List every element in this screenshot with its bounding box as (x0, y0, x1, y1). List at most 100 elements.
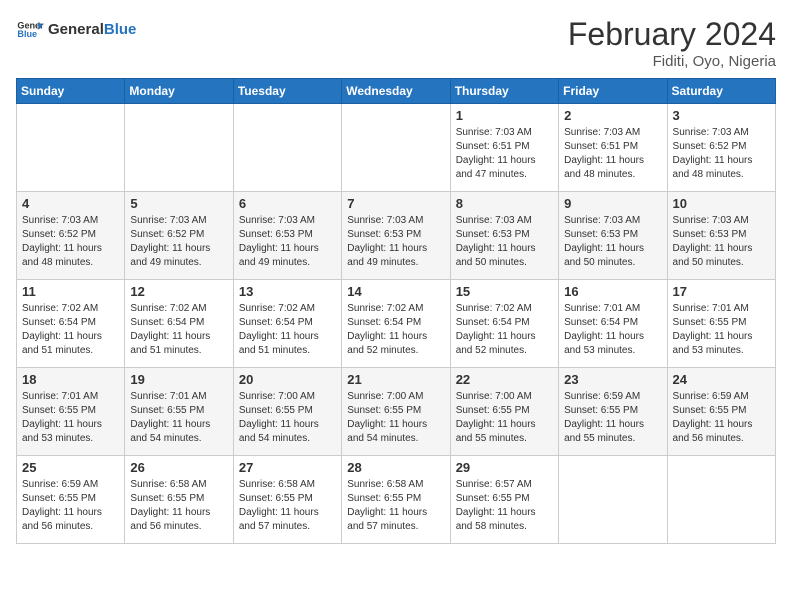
day-number: 28 (347, 460, 444, 475)
day-info: Sunrise: 7:02 AM Sunset: 6:54 PM Dayligh… (22, 302, 119, 358)
week-row-2: 4 Sunrise: 7:03 AM Sunset: 6:52 PM Daylig… (17, 192, 776, 280)
day-info: Sunrise: 7:01 AM Sunset: 6:55 PM Dayligh… (673, 302, 770, 358)
calendar-cell: 2 Sunrise: 7:03 AM Sunset: 6:51 PM Daylig… (559, 104, 667, 192)
calendar-cell: 12 Sunrise: 7:02 AM Sunset: 6:54 PM Dayli… (125, 280, 233, 368)
day-info: Sunrise: 7:03 AM Sunset: 6:53 PM Dayligh… (673, 214, 770, 270)
calendar-cell: 9 Sunrise: 7:03 AM Sunset: 6:53 PM Daylig… (559, 192, 667, 280)
calendar-cell: 3 Sunrise: 7:03 AM Sunset: 6:52 PM Daylig… (667, 104, 775, 192)
calendar-cell: 6Sunrise: 7:03 AM Sunset: 6:53 PM Daylig… (233, 192, 341, 280)
calendar-cell: 15 Sunrise: 7:02 AM Sunset: 6:54 PM Dayli… (450, 280, 558, 368)
day-number: 7 (347, 196, 444, 211)
day-info: Sunrise: 6:58 AM Sunset: 6:55 PM Dayligh… (130, 478, 227, 534)
day-number: 3 (673, 108, 770, 123)
logo-icon: General Blue (16, 16, 44, 44)
day-info: Sunrise: 7:03 AM Sunset: 6:52 PM Dayligh… (22, 214, 119, 270)
day-info: Sunrise: 7:03 AM Sunset: 6:53 PM Dayligh… (456, 214, 553, 270)
day-number: 22 (456, 372, 553, 387)
day-info: Sunrise: 7:03 AM Sunset: 6:53 PM Dayligh… (347, 214, 444, 270)
header-friday: Friday (559, 79, 667, 104)
day-info: Sunrise: 7:03 AM Sunset: 6:51 PM Dayligh… (456, 126, 553, 182)
day-info: Sunrise: 7:01 AM Sunset: 6:55 PM Dayligh… (130, 390, 227, 446)
day-number: 19 (130, 372, 227, 387)
day-number: 8 (456, 196, 553, 211)
calendar-table: SundayMondayTuesdayWednesdayThursdayFrid… (16, 78, 776, 544)
day-info: Sunrise: 7:03 AM Sunset: 6:51 PM Dayligh… (564, 126, 661, 182)
calendar-cell: 25 Sunrise: 6:59 AM Sunset: 6:55 PM Dayli… (17, 456, 125, 544)
day-number: 9 (564, 196, 661, 211)
logo-general: General (48, 21, 104, 38)
day-number: 26 (130, 460, 227, 475)
svg-text:Blue: Blue (17, 29, 37, 39)
day-info: Sunrise: 7:03 AM Sunset: 6:52 PM Dayligh… (673, 126, 770, 182)
day-number: 25 (22, 460, 119, 475)
day-info: Sunrise: 6:57 AM Sunset: 6:55 PM Dayligh… (456, 478, 553, 534)
calendar-cell: 26 Sunrise: 6:58 AM Sunset: 6:55 PM Dayli… (125, 456, 233, 544)
calendar-cell (667, 456, 775, 544)
calendar-cell: 21 Sunrise: 7:00 AM Sunset: 6:55 PM Dayli… (342, 368, 450, 456)
header-monday: Monday (125, 79, 233, 104)
day-number: 12 (130, 284, 227, 299)
day-info: Sunrise: 7:00 AM Sunset: 6:55 PM Dayligh… (239, 390, 336, 446)
day-number: 4 (22, 196, 119, 211)
calendar-cell: 8 Sunrise: 7:03 AM Sunset: 6:53 PM Daylig… (450, 192, 558, 280)
day-number: 27 (239, 460, 336, 475)
day-info: Sunrise: 6:59 AM Sunset: 6:55 PM Dayligh… (564, 390, 661, 446)
month-year-title: February 2024 (568, 16, 776, 53)
page-header: General Blue General Blue February 2024 F… (16, 16, 776, 70)
header-sunday: Sunday (17, 79, 125, 104)
day-number: 5 (130, 196, 227, 211)
calendar-cell: 24 Sunrise: 6:59 AM Sunset: 6:55 PM Dayli… (667, 368, 775, 456)
calendar-cell: 4 Sunrise: 7:03 AM Sunset: 6:52 PM Daylig… (17, 192, 125, 280)
calendar-cell: 5 Sunrise: 7:03 AM Sunset: 6:52 PM Daylig… (125, 192, 233, 280)
week-row-4: 18Sunrise: 7:01 AM Sunset: 6:55 PM Dayli… (17, 368, 776, 456)
day-number: 20 (239, 372, 336, 387)
calendar-cell: 28Sunrise: 6:58 AM Sunset: 6:55 PM Dayli… (342, 456, 450, 544)
header-tuesday: Tuesday (233, 79, 341, 104)
day-number: 21 (347, 372, 444, 387)
day-number: 2 (564, 108, 661, 123)
day-info: Sunrise: 7:03 AM Sunset: 6:53 PM Dayligh… (239, 214, 336, 270)
day-number: 15 (456, 284, 553, 299)
day-number: 11 (22, 284, 119, 299)
day-number: 10 (673, 196, 770, 211)
day-info: Sunrise: 7:03 AM Sunset: 6:52 PM Dayligh… (130, 214, 227, 270)
calendar-cell: 11 Sunrise: 7:02 AM Sunset: 6:54 PM Dayli… (17, 280, 125, 368)
day-number: 24 (673, 372, 770, 387)
calendar-cell: 16 Sunrise: 7:01 AM Sunset: 6:54 PM Dayli… (559, 280, 667, 368)
title-block: February 2024 Fiditi, Oyo, Nigeria (568, 16, 776, 70)
calendar-cell (17, 104, 125, 192)
calendar-cell: 22 Sunrise: 7:00 AM Sunset: 6:55 PM Dayli… (450, 368, 558, 456)
calendar-cell: 14 Sunrise: 7:02 AM Sunset: 6:54 PM Dayli… (342, 280, 450, 368)
logo: General Blue General Blue (16, 16, 136, 44)
calendar-cell: 19 Sunrise: 7:01 AM Sunset: 6:55 PM Dayli… (125, 368, 233, 456)
calendar-cell: 13Sunrise: 7:02 AM Sunset: 6:54 PM Dayli… (233, 280, 341, 368)
calendar-cell: 27 Sunrise: 6:58 AM Sunset: 6:55 PM Dayli… (233, 456, 341, 544)
day-info: Sunrise: 7:01 AM Sunset: 6:54 PM Dayligh… (564, 302, 661, 358)
day-info: Sunrise: 7:00 AM Sunset: 6:55 PM Dayligh… (456, 390, 553, 446)
calendar-cell: 7 Sunrise: 7:03 AM Sunset: 6:53 PM Daylig… (342, 192, 450, 280)
day-info: Sunrise: 7:03 AM Sunset: 6:53 PM Dayligh… (564, 214, 661, 270)
day-number: 14 (347, 284, 444, 299)
header-wednesday: Wednesday (342, 79, 450, 104)
day-number: 17 (673, 284, 770, 299)
calendar-cell (125, 104, 233, 192)
calendar-cell: 10 Sunrise: 7:03 AM Sunset: 6:53 PM Dayli… (667, 192, 775, 280)
day-info: Sunrise: 7:02 AM Sunset: 6:54 PM Dayligh… (239, 302, 336, 358)
location-subtitle: Fiditi, Oyo, Nigeria (568, 53, 776, 70)
calendar-cell: 20 Sunrise: 7:00 AM Sunset: 6:55 PM Dayli… (233, 368, 341, 456)
calendar-cell: 29 Sunrise: 6:57 AM Sunset: 6:55 PM Dayli… (450, 456, 558, 544)
day-info: Sunrise: 7:02 AM Sunset: 6:54 PM Dayligh… (456, 302, 553, 358)
calendar-cell: 17 Sunrise: 7:01 AM Sunset: 6:55 PM Dayli… (667, 280, 775, 368)
week-row-3: 11 Sunrise: 7:02 AM Sunset: 6:54 PM Dayli… (17, 280, 776, 368)
day-info: Sunrise: 7:02 AM Sunset: 6:54 PM Dayligh… (347, 302, 444, 358)
day-number: 16 (564, 284, 661, 299)
day-info: Sunrise: 6:58 AM Sunset: 6:55 PM Dayligh… (239, 478, 336, 534)
day-info: Sunrise: 7:02 AM Sunset: 6:54 PM Dayligh… (130, 302, 227, 358)
day-info: Sunrise: 6:59 AM Sunset: 6:55 PM Dayligh… (22, 478, 119, 534)
day-info: Sunrise: 7:00 AM Sunset: 6:55 PM Dayligh… (347, 390, 444, 446)
day-number: 29 (456, 460, 553, 475)
calendar-cell (342, 104, 450, 192)
day-info: Sunrise: 6:59 AM Sunset: 6:55 PM Dayligh… (673, 390, 770, 446)
header-thursday: Thursday (450, 79, 558, 104)
calendar-cell: 1Sunrise: 7:03 AM Sunset: 6:51 PM Daylig… (450, 104, 558, 192)
